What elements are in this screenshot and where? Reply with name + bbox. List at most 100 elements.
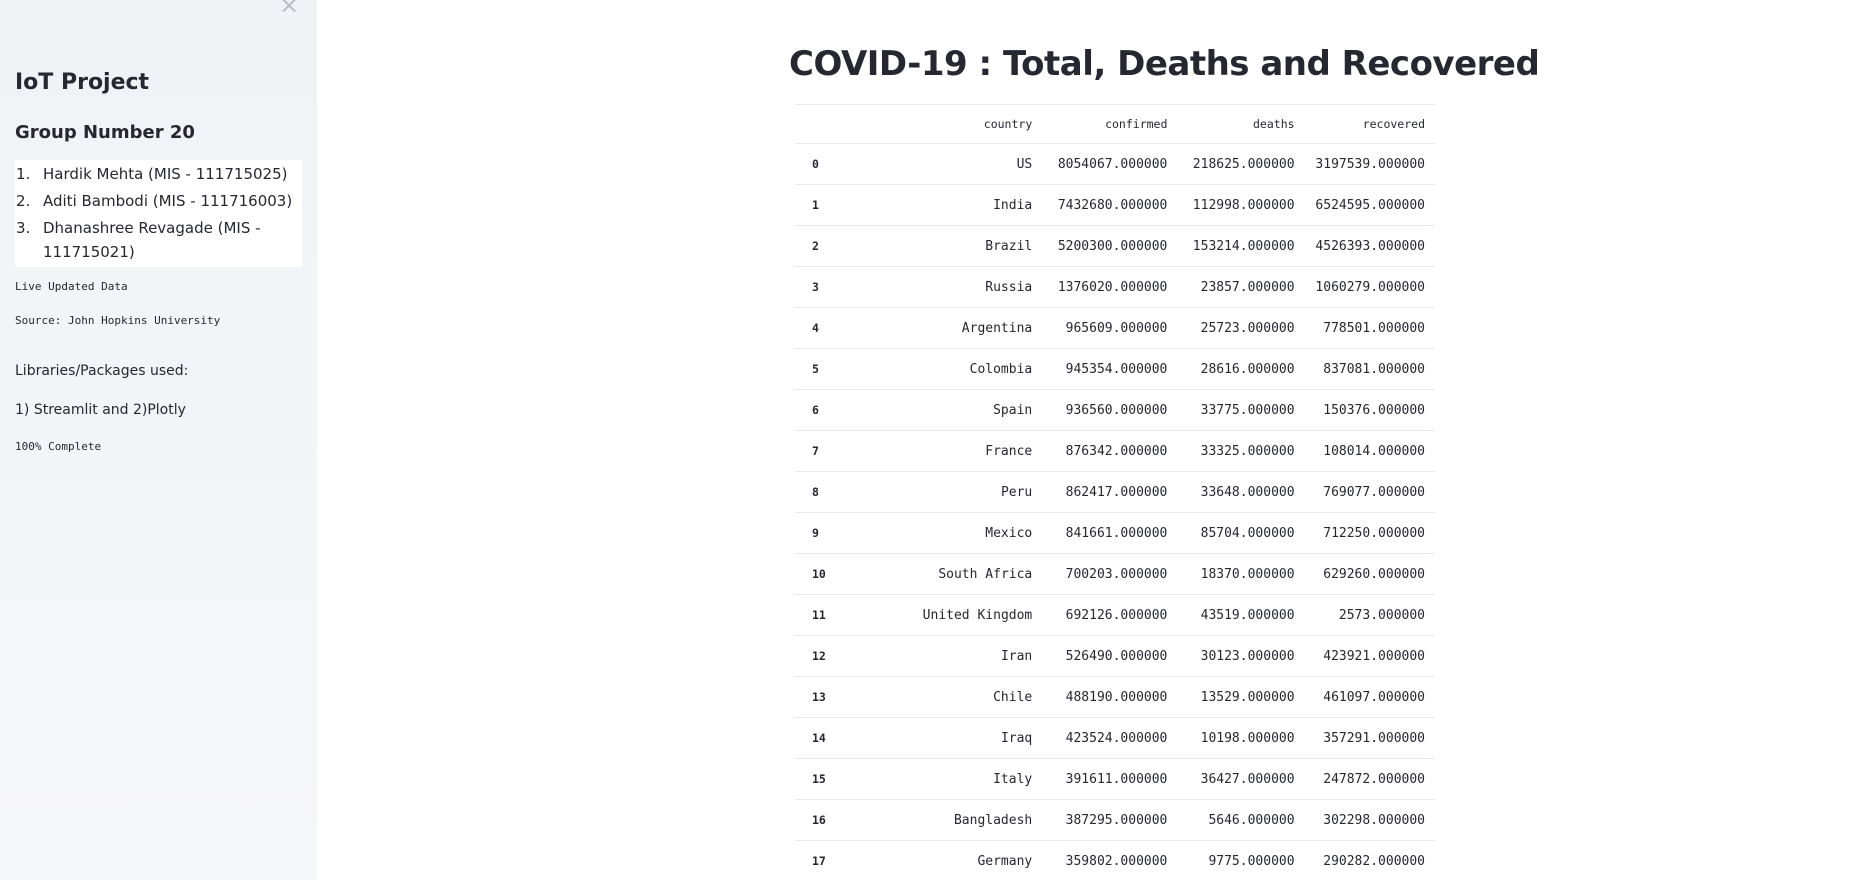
header-country[interactable]: country [851,104,1043,144]
member-list: 1. Hardik Mehta (MIS - 111715025) 2. Adi… [15,160,302,267]
cell-confirmed: 692126.000000 [1042,594,1178,636]
header-recovered[interactable]: recovered [1304,104,1435,144]
member-name: Aditi Bambodi (MIS - 111716003) [43,192,293,210]
sidebar: × IoT Project Group Number 20 1. Hardik … [0,0,317,880]
row-index: 13 [795,676,852,718]
table-row: 4 Argentina 965609.000000 25723.000000 77850… [795,307,1435,349]
table-row: 0 US 8054067.000000 218625.000000 3197539.00… [795,143,1435,185]
cell-confirmed: 488190.000000 [1042,676,1178,718]
cell-recovered: 302298.000000 [1304,799,1435,841]
member-item: 1. Hardik Mehta (MIS - 111715025) [15,160,302,187]
member-number: 2. [16,192,31,210]
libraries-list: 1) Streamlit and 2)Plotly [15,402,186,418]
table-row: 11 United Kingdom 692126.000000 43519.00000… [795,594,1435,636]
app-root: × IoT Project Group Number 20 1. Hardik … [0,0,1871,880]
dataframe-table-container[interactable]: country confirmed deaths recovered 0 US 80… [795,104,1435,880]
table-row: 5 Colombia 945354.000000 28616.000000 837081… [795,348,1435,390]
cell-country: Chile [851,676,1043,718]
row-index: 3 [795,266,852,308]
table-row: 14 Iraq 423524.000000 10198.000000 357291.00… [795,717,1435,759]
table-row: 12 Iran 526490.000000 30123.000000 423921.00… [795,635,1435,677]
row-index: 9 [795,512,852,554]
cell-confirmed: 526490.000000 [1042,635,1178,677]
cell-confirmed: 359802.000000 [1042,840,1178,880]
cell-recovered: 629260.000000 [1304,553,1435,595]
row-index: 17 [795,840,852,880]
row-index: 14 [795,717,852,759]
cell-confirmed: 936560.000000 [1042,389,1178,431]
page-title: COVID-19 : Total, Deaths and Recovered [789,44,1540,84]
member-number: 3. [16,219,31,237]
cell-recovered: 108014.000000 [1304,430,1435,472]
row-index: 1 [795,184,852,226]
cell-country: Argentina [851,307,1043,349]
cell-country: South Africa [851,553,1043,595]
row-index: 4 [795,307,852,349]
member-name: Hardik Mehta (MIS - 111715025) [43,165,288,183]
cell-country: Peru [851,471,1043,513]
cell-deaths: 25723.000000 [1177,307,1305,349]
cell-recovered: 150376.000000 [1304,389,1435,431]
cell-confirmed: 7432680.000000 [1042,184,1178,226]
table-row: 6 Spain 936560.000000 33775.000000 150376.00… [795,389,1435,431]
cell-country: US [851,143,1043,185]
cell-confirmed: 965609.000000 [1042,307,1178,349]
table-row: 3 Russia 1376020.000000 23857.000000 1060279… [795,266,1435,308]
cell-country: Iran [851,635,1043,677]
row-index: 12 [795,635,852,677]
row-index: 11 [795,594,852,636]
row-index: 15 [795,758,852,800]
cell-deaths: 18370.000000 [1177,553,1305,595]
cell-deaths: 28616.000000 [1177,348,1305,390]
cell-deaths: 112998.000000 [1177,184,1305,226]
cell-deaths: 153214.000000 [1177,225,1305,267]
header-confirmed[interactable]: confirmed [1042,104,1178,144]
row-index: 10 [795,553,852,595]
cell-deaths: 43519.000000 [1177,594,1305,636]
progress-text: 100% Complete [15,440,102,453]
table-row: 1 India 7432680.000000 112998.000000 6524595… [795,184,1435,226]
main-content: COVID-19 : Total, Deaths and Recovered c… [317,0,1871,880]
table-row: 17 Germany 359802.000000 9775.000000 290282.… [795,840,1435,880]
live-data-label: Live Updated Data [15,280,128,293]
cell-recovered: 2573.000000 [1304,594,1435,636]
table-row: 2 Brazil 5200300.000000 153214.000000 452639… [795,225,1435,267]
cell-confirmed: 841661.000000 [1042,512,1178,554]
cell-recovered: 461097.000000 [1304,676,1435,718]
cell-recovered: 769077.000000 [1304,471,1435,513]
cell-confirmed: 8054067.000000 [1042,143,1178,185]
header-index[interactable] [795,104,852,144]
cell-recovered: 357291.000000 [1304,717,1435,759]
table-row: 9 Mexico 841661.000000 85704.000000 712250.0… [795,512,1435,554]
cell-deaths: 5646.000000 [1177,799,1305,841]
cell-country: United Kingdom [851,594,1043,636]
cell-recovered: 4526393.000000 [1304,225,1435,267]
table-row: 15 Italy 391611.000000 36427.000000 247872.0… [795,758,1435,800]
cell-deaths: 30123.000000 [1177,635,1305,677]
cell-country: Brazil [851,225,1043,267]
close-sidebar-icon[interactable]: × [279,0,299,17]
cell-deaths: 36427.000000 [1177,758,1305,800]
cell-deaths: 33775.000000 [1177,389,1305,431]
cell-country: Italy [851,758,1043,800]
cell-recovered: 712250.000000 [1304,512,1435,554]
row-index: 7 [795,430,852,472]
cell-recovered: 290282.000000 [1304,840,1435,880]
sidebar-title: IoT Project [15,70,150,95]
member-number: 1. [16,165,31,183]
cell-country: Spain [851,389,1043,431]
cell-country: Russia [851,266,1043,308]
cell-country: Mexico [851,512,1043,554]
cell-confirmed: 387295.000000 [1042,799,1178,841]
row-index: 16 [795,799,852,841]
cell-recovered: 837081.000000 [1304,348,1435,390]
row-index: 2 [795,225,852,267]
cell-confirmed: 391611.000000 [1042,758,1178,800]
cell-country: Iraq [851,717,1043,759]
cell-deaths: 23857.000000 [1177,266,1305,308]
table-row: 7 France 876342.000000 33325.000000 108014.0… [795,430,1435,472]
header-deaths[interactable]: deaths [1177,104,1305,144]
member-name: Dhanashree Revagade (MIS - 111715021) [43,219,261,261]
cell-deaths: 9775.000000 [1177,840,1305,880]
row-index: 8 [795,471,852,513]
